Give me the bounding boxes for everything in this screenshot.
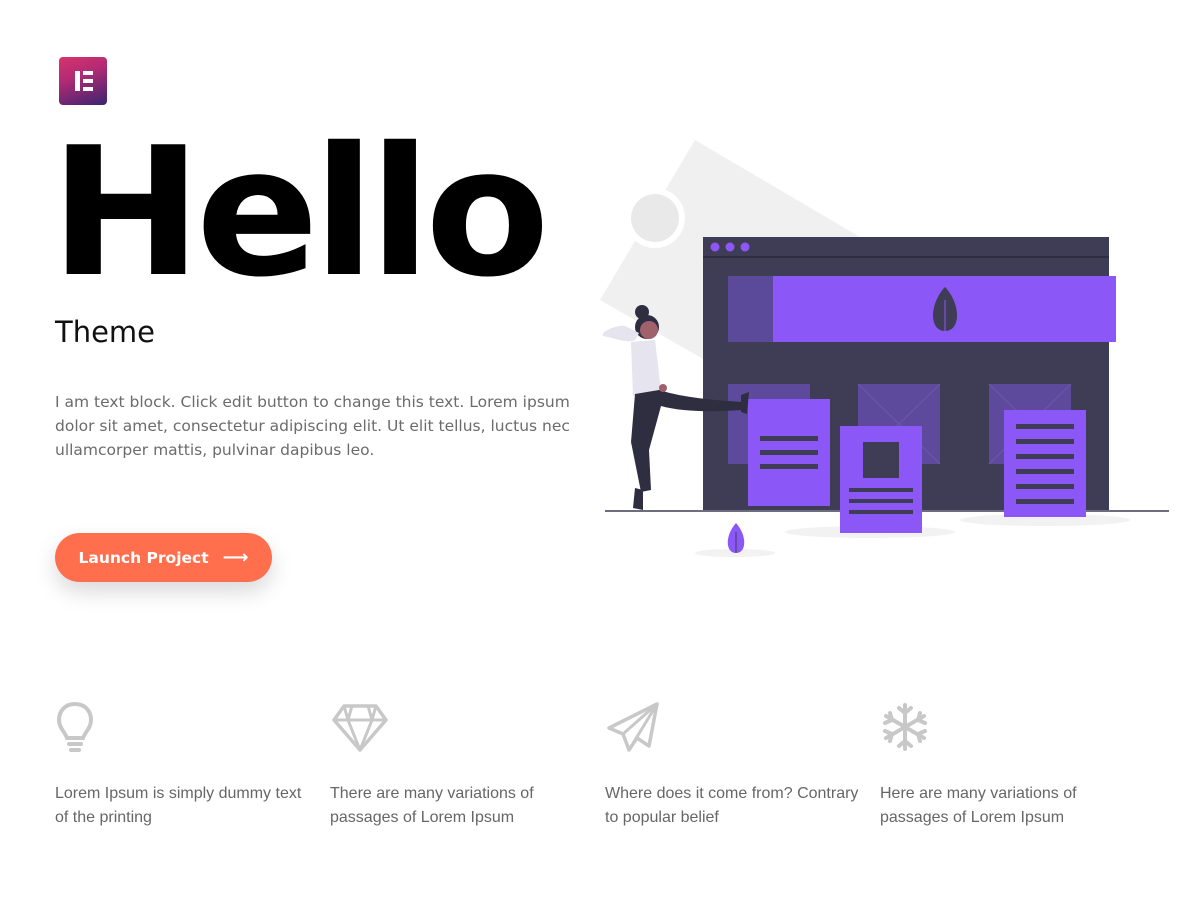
- feature-text: There are many variations of passages of…: [330, 785, 534, 826]
- launch-project-button[interactable]: Launch Project ⟶: [55, 533, 272, 582]
- snowflake-icon: [880, 700, 1155, 770]
- browser-dot-1: [710, 242, 720, 252]
- background-gray-circle-inner: [631, 194, 679, 242]
- feature-item: Here are many variations of passages of …: [880, 700, 1155, 830]
- hero-title: Hello: [50, 109, 550, 316]
- document-card-1: [748, 399, 830, 506]
- features-row: Lorem Ipsum is simply dummy text of the …: [55, 700, 1155, 830]
- launch-project-label: Launch Project: [78, 548, 209, 567]
- document-card-3: [1004, 410, 1086, 517]
- document-card-2: [840, 426, 922, 533]
- logo-bar-top: [83, 71, 93, 75]
- hero-text-block: I am text block. Click edit button to ch…: [55, 393, 570, 459]
- website-builder-illustration: [600, 140, 1169, 557]
- feature-item: Where does it come from? Contrary to pop…: [605, 700, 880, 830]
- feature-item: There are many variations of passages of…: [330, 700, 605, 830]
- diamond-icon: [330, 700, 605, 770]
- browser-dot-2: [725, 242, 735, 252]
- logo-bar-middle: [83, 79, 93, 83]
- paper-plane-icon: [605, 700, 880, 770]
- lightbulb-icon: [55, 700, 330, 770]
- logo-bar-vertical: [75, 71, 80, 91]
- browser-dot-3: [740, 242, 750, 252]
- feature-text: Lorem Ipsum is simply dummy text of the …: [55, 785, 302, 826]
- elementor-logo-icon[interactable]: [59, 57, 107, 105]
- feature-text: Where does it come from? Contrary to pop…: [605, 785, 859, 826]
- feature-item: Lorem Ipsum is simply dummy text of the …: [55, 700, 330, 830]
- banner-shadow: [728, 276, 776, 342]
- arrow-right-icon: ⟶: [222, 546, 249, 568]
- feature-text: Here are many variations of passages of …: [880, 785, 1077, 826]
- hero-subtitle: Theme: [55, 315, 156, 349]
- logo-bar-bottom: [83, 87, 93, 91]
